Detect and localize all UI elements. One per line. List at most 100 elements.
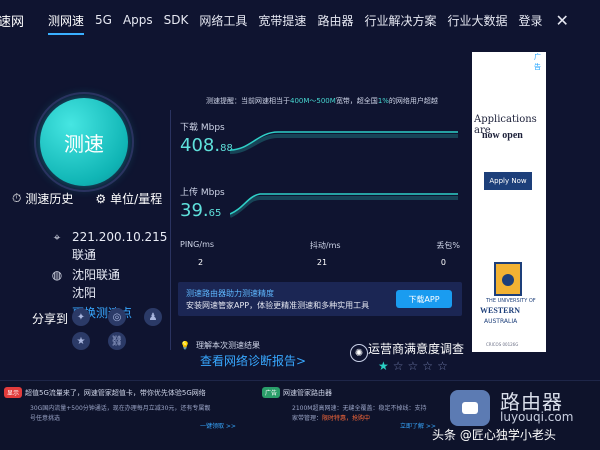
survey-icon: ✺	[350, 344, 368, 362]
promo-title: 测速路由器助力测速精度	[186, 289, 274, 298]
notice-percent: 1%	[377, 97, 389, 105]
share-wechat-icon[interactable]: ◎	[108, 308, 126, 326]
history-label: 测速历史	[25, 192, 74, 206]
ip-address: 221.200.10.215	[72, 230, 168, 244]
upload-value: 39.65	[180, 200, 225, 221]
globe-icon: ◍	[51, 268, 63, 282]
gauge-ring	[34, 92, 134, 192]
star-3[interactable]: ☆	[408, 359, 419, 373]
watermark-site: luyouqi.com	[500, 410, 574, 424]
nav-item-industry-solutions[interactable]: 行业解决方案	[364, 2, 436, 39]
upload-dec: 65	[208, 208, 222, 219]
router-promo[interactable]: 广告 网速管家路由器	[262, 387, 332, 398]
star-1[interactable]: ★	[378, 359, 389, 373]
survey-title: 运营商满意度调查	[368, 342, 465, 356]
share-star-icon[interactable]: ★	[72, 332, 90, 350]
top-nav: 速网 测网速 5G Apps SDK 网络工具 宽带提速 路由器 行业解决方案 …	[0, 0, 600, 40]
star-4[interactable]: ☆	[422, 359, 433, 373]
ad-cricos: CRICOS 00126G	[486, 342, 519, 347]
ad-marker: 广告	[534, 53, 541, 71]
speed-notice: 测速提醒：当前网速相当于400M～500M宽带，超全国1%的网络用户超越	[206, 96, 438, 106]
ping-value: 2	[198, 258, 204, 267]
download-int: 408.	[180, 135, 221, 156]
university-crest-icon	[494, 262, 522, 296]
history-icon: ⏱	[12, 191, 22, 205]
promo-text: 安装网速管家APP，体验更精准测速和多种实用工具	[186, 301, 370, 310]
close-icon[interactable]: ✕	[556, 11, 569, 30]
nav-item-apps[interactable]: Apps	[123, 3, 153, 37]
router-promo-detail2a: 家带管理：	[292, 415, 323, 422]
notice-middle: 宽带，超全国	[335, 97, 378, 105]
download-wave	[230, 131, 458, 154]
server-name: 沈阳联通	[72, 268, 121, 282]
notice-prefix: 测速提醒：当前网速相当于	[206, 97, 290, 105]
promo-5g-detail2: 号任意挑选	[30, 415, 61, 422]
unit-range-link[interactable]: ⚙ 单位/量程	[95, 190, 162, 207]
nav-item-router[interactable]: 路由器	[317, 2, 353, 39]
tag-show: 显示	[4, 387, 23, 398]
nav-item-5g[interactable]: 5G	[95, 3, 112, 37]
ad-uwa: WESTERN	[480, 306, 521, 315]
diag-hint: 💡 理解本次测速结果	[180, 340, 260, 351]
upload-wave	[230, 193, 458, 218]
router-promo-title: 网速管家路由器	[283, 389, 333, 397]
notice-suffix: 的网络用户超越	[388, 97, 438, 105]
nav-item-network-tools[interactable]: 网络工具	[199, 2, 247, 39]
share-icons: ✦ ◎ ♟ ★ ⛓	[72, 308, 164, 350]
nav-item-login[interactable]: 登录	[518, 2, 542, 39]
watermark-author: 头条 @匠心独学小老头	[432, 428, 556, 442]
location-pin-icon: ⌖	[53, 230, 61, 244]
stats-labels: PING/ms 抖动/ms 丢包%	[180, 240, 460, 251]
loss-label: 丢包%	[436, 241, 460, 250]
promo-5g[interactable]: 显示 超值5G流量来了，网速管家超值卡，带你优先体验5G网络	[4, 387, 206, 398]
claim-link[interactable]: 一键领取 >>	[200, 421, 236, 430]
share-link-icon[interactable]: ⛓	[108, 332, 126, 350]
ad-australia: AUSTRALIA	[484, 318, 518, 325]
nav-item-speedtest[interactable]: 测网速	[48, 2, 85, 39]
diag-hint-text: 理解本次测速结果	[195, 341, 260, 350]
share-label: 分享到	[32, 312, 69, 326]
server-city: 沈阳	[72, 286, 97, 300]
app-promo-banner: 测速路由器助力测速精度 安装网速管家APP，体验更精准测速和多种实用工具 下载A…	[178, 282, 462, 316]
promo-5g-text: 超值5G流量来了，网速管家超值卡，带你优先体验5G网络	[25, 389, 206, 397]
apply-now-button[interactable]: Apply Now	[484, 172, 532, 190]
upload-int: 39.	[180, 200, 209, 221]
ip-row: ⌖ 221.200.10.215 联通	[48, 228, 168, 264]
promo-5g-detail1: 30G国内流量+500分钟通话，现在办理每月立减30元，还有专属靓	[30, 405, 211, 412]
star-2[interactable]: ☆	[393, 359, 404, 373]
diag-report-link[interactable]: 查看网络诊断报告>	[200, 352, 306, 369]
share-weibo-icon[interactable]: ✦	[72, 308, 90, 326]
bulb-icon: 💡	[180, 341, 190, 350]
isp-name: 联通	[72, 248, 97, 262]
upload-block: 上传 Mbps 39.65	[180, 185, 225, 221]
speedtest-gauge[interactable]: 测速	[34, 92, 134, 192]
download-label: 下载 Mbps	[180, 123, 225, 133]
nav-item-industry-data[interactable]: 行业大数据	[447, 2, 507, 39]
jitter-label: 抖动/ms	[309, 241, 341, 250]
upload-label: 上传 Mbps	[180, 188, 225, 198]
server-row: ◍ 沈阳联通 沈阳	[48, 266, 167, 302]
notice-highlight: 400M～500M	[290, 97, 336, 105]
learn-more-link[interactable]: 立即了解 >>	[400, 421, 436, 430]
ad-small-text: THE UNIVERSITY OF	[486, 298, 536, 304]
star-5[interactable]: ☆	[437, 359, 448, 373]
university-ad[interactable]: 广告 Applications are now open Apply Now T…	[472, 52, 546, 352]
gear-icon: ⚙	[95, 191, 107, 206]
divider	[170, 110, 171, 350]
router-promo-detail1: 2100M超高网速：无缝全覆盖：稳定不掉线：支持	[292, 405, 427, 412]
nav-item-broadband[interactable]: 宽带提速	[258, 2, 306, 39]
brand-logo[interactable]: 速网	[0, 11, 24, 30]
download-value: 408.88	[180, 135, 233, 156]
nav-item-sdk[interactable]: SDK	[164, 3, 189, 37]
left-links: ⏱ 测速历史 ⚙ 单位/量程	[12, 190, 162, 207]
router-promo-sale: 限时特惠，抢购中	[322, 415, 371, 422]
history-link[interactable]: ⏱ 测速历史	[12, 190, 73, 207]
ad-line2: now open	[482, 130, 523, 141]
share-qq-icon[interactable]: ♟	[144, 308, 162, 326]
router-promo-detail2: 家带管理：限时特惠，抢购中	[292, 413, 370, 422]
unit-range-label: 单位/量程	[110, 192, 163, 206]
jitter-value: 21	[316, 258, 328, 267]
download-block: 下载 Mbps 408.88	[180, 120, 233, 156]
tag-ad: 广告	[262, 387, 281, 398]
download-app-button[interactable]: 下载APP	[396, 290, 452, 308]
